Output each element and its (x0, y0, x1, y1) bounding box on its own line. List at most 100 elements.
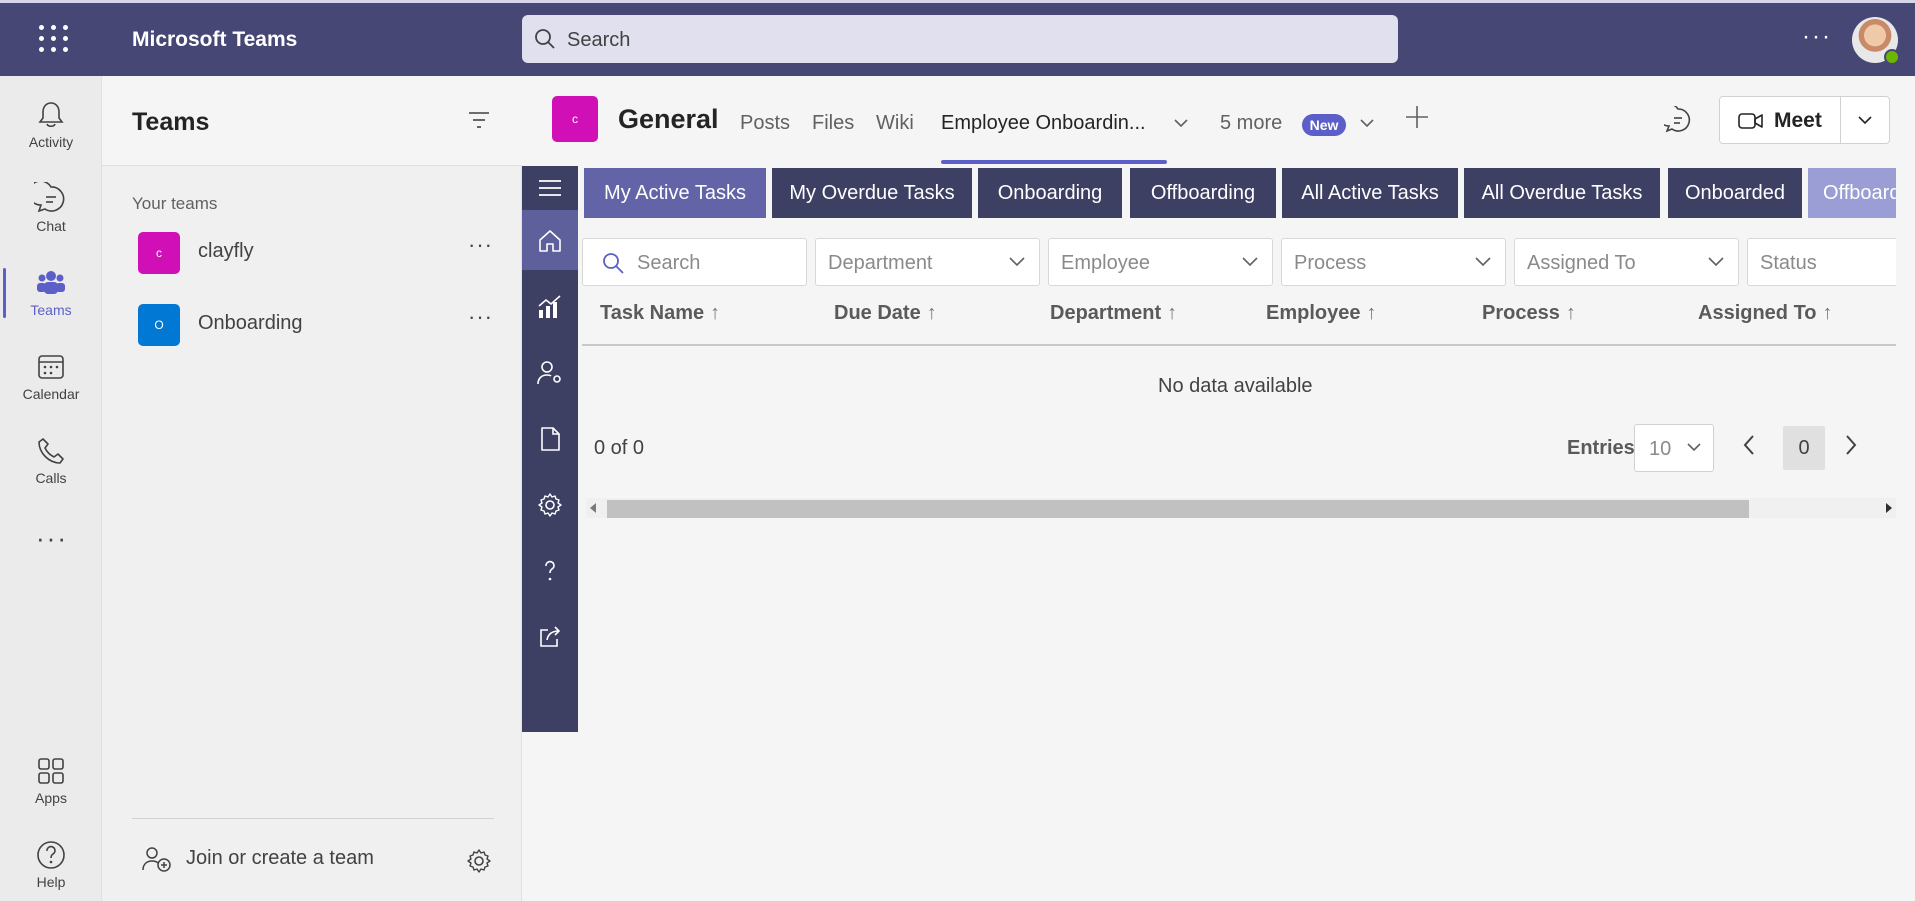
user-gear-icon (537, 361, 561, 385)
nav-settings[interactable] (522, 474, 578, 534)
hamburger-menu-icon[interactable] (538, 178, 562, 198)
department-dropdown[interactable]: Department (815, 238, 1040, 286)
top-bar: Microsoft Teams Search ··· (0, 0, 1915, 76)
tab-files[interactable]: Files (812, 112, 854, 135)
rail-item-activity[interactable]: Activity (0, 88, 102, 162)
rail-item-chat[interactable]: Chat (0, 172, 102, 246)
search-icon (603, 253, 624, 274)
dropdown-placeholder: Status (1760, 252, 1817, 274)
column-process[interactable]: Process ↑ (1482, 302, 1576, 325)
channel-header: c General Posts Files Wiki Employee Onbo… (522, 76, 1915, 166)
record-count: 0 of 0 (594, 437, 645, 459)
task-search-input[interactable]: Search (582, 238, 807, 286)
dropdown-placeholder: Department (828, 252, 933, 274)
nav-user-settings[interactable] (522, 342, 578, 402)
column-task-name[interactable]: Task Name ↑ (600, 302, 720, 325)
status-dropdown[interactable]: Status (1747, 238, 1896, 286)
question-mark-icon (545, 560, 555, 581)
nav-help[interactable] (522, 540, 578, 600)
apps-icon (38, 758, 64, 784)
scroll-left-arrow[interactable] (590, 503, 596, 513)
scrollbar-thumb[interactable] (607, 500, 1749, 518)
column-due-date[interactable]: Due Date ↑ (834, 302, 937, 325)
rail-item-help[interactable]: Help (0, 828, 102, 901)
filter-icon[interactable] (468, 110, 490, 130)
column-assigned-to[interactable]: Assigned To ↑ (1698, 302, 1833, 325)
tab-posts[interactable]: Posts (740, 112, 790, 135)
chevron-down-icon[interactable] (1174, 118, 1188, 128)
tab-onboarding[interactable]: Onboarding (978, 168, 1122, 218)
more-apps-icon[interactable]: ··· (36, 523, 68, 554)
add-people-icon (142, 847, 171, 872)
tab-all-active-tasks[interactable]: All Active Tasks (1282, 168, 1458, 218)
sort-arrow-icon: ↑ (1565, 302, 1576, 324)
scroll-right-arrow[interactable] (1886, 503, 1892, 513)
empty-state-message: No data available (1158, 375, 1313, 397)
presence-available-icon (1884, 49, 1900, 65)
more-options-icon[interactable]: ··· (468, 304, 493, 330)
meet-button[interactable]: Meet (1719, 96, 1841, 144)
nav-analytics[interactable] (522, 276, 578, 336)
nav-documents[interactable] (522, 408, 578, 468)
team-item-onboarding[interactable]: O Onboarding ··· (102, 290, 522, 356)
more-tabs-button[interactable]: 5 more (1220, 112, 1282, 135)
team-item-clayfly[interactable]: c clayfly ··· (102, 218, 522, 284)
app-launcher-icon[interactable] (34, 20, 68, 54)
dropdown-placeholder: Assigned To (1527, 252, 1636, 274)
tab-wiki[interactable]: Wiki (876, 112, 914, 135)
meet-options-dropdown[interactable] (1840, 96, 1890, 144)
tab-my-active-tasks[interactable]: My Active Tasks (584, 168, 766, 218)
employee-dropdown[interactable]: Employee (1048, 238, 1273, 286)
rail-item-calls[interactable]: Calls (0, 424, 102, 498)
entries-per-page-select[interactable]: 10 (1634, 424, 1714, 472)
sort-arrow-icon: ↑ (1366, 302, 1377, 324)
avatar[interactable] (1852, 17, 1900, 65)
nav-home[interactable] (522, 210, 578, 270)
chart-icon (538, 295, 561, 318)
rail-label: Help (36, 874, 66, 890)
filters-row: Search Department Employee Process Assig… (582, 238, 1896, 288)
chevron-left-icon[interactable] (1742, 434, 1756, 456)
process-dropdown[interactable]: Process (1281, 238, 1506, 286)
rail-item-apps[interactable]: Apps (0, 744, 102, 818)
tab-all-overdue-tasks[interactable]: All Overdue Tasks (1464, 168, 1660, 218)
rail-item-calendar[interactable]: Calendar (0, 340, 102, 414)
column-label: Assigned To (1698, 302, 1817, 324)
chevron-right-icon[interactable] (1844, 434, 1858, 456)
entries-label: Entries (1567, 437, 1635, 459)
more-options-icon[interactable]: ··· (468, 232, 493, 258)
column-department[interactable]: Department ↑ (1050, 302, 1177, 325)
add-tab-icon[interactable] (1404, 104, 1430, 130)
tab-offboarding[interactable]: Offboarding (1130, 168, 1276, 218)
current-page[interactable]: 0 (1783, 426, 1825, 470)
search-placeholder: Search (567, 29, 631, 51)
gear-icon[interactable] (466, 848, 492, 874)
tab-onboarded[interactable]: Onboarded (1668, 168, 1802, 218)
assigned-to-dropdown[interactable]: Assigned To (1514, 238, 1739, 286)
help-icon (37, 841, 65, 869)
join-or-create-team-button[interactable]: Join or create a team (132, 838, 392, 878)
global-search-input[interactable]: Search (522, 15, 1398, 63)
rail-item-teams[interactable]: Teams (0, 256, 102, 330)
home-icon (539, 230, 561, 252)
rail-label: Teams (30, 302, 72, 318)
sort-arrow-icon: ↑ (1167, 302, 1178, 324)
horizontal-scrollbar[interactable] (586, 498, 1896, 518)
join-label: Join or create a team (186, 847, 374, 869)
new-badge: New (1302, 114, 1346, 136)
tab-offboarded[interactable]: Offboarded (1808, 168, 1896, 218)
document-icon (541, 427, 560, 451)
chevron-down-icon[interactable] (1360, 118, 1374, 128)
settings-more-icon[interactable]: ··· (1802, 23, 1832, 51)
tab-employee-onboarding[interactable]: Employee Onboardin... (941, 112, 1146, 135)
active-tab-indicator (941, 160, 1167, 164)
column-label: Employee (1266, 302, 1361, 324)
chevron-down-icon (1475, 257, 1491, 267)
tab-my-overdue-tasks[interactable]: My Overdue Tasks (772, 168, 972, 218)
team-name: Onboarding (198, 312, 303, 334)
conversation-icon[interactable] (1664, 106, 1692, 134)
task-tabs: My Active Tasks My Overdue Tasks Onboard… (584, 168, 1896, 220)
column-label: Due Date (834, 302, 921, 324)
column-employee[interactable]: Employee ↑ (1266, 302, 1376, 325)
nav-share[interactable] (522, 606, 578, 666)
